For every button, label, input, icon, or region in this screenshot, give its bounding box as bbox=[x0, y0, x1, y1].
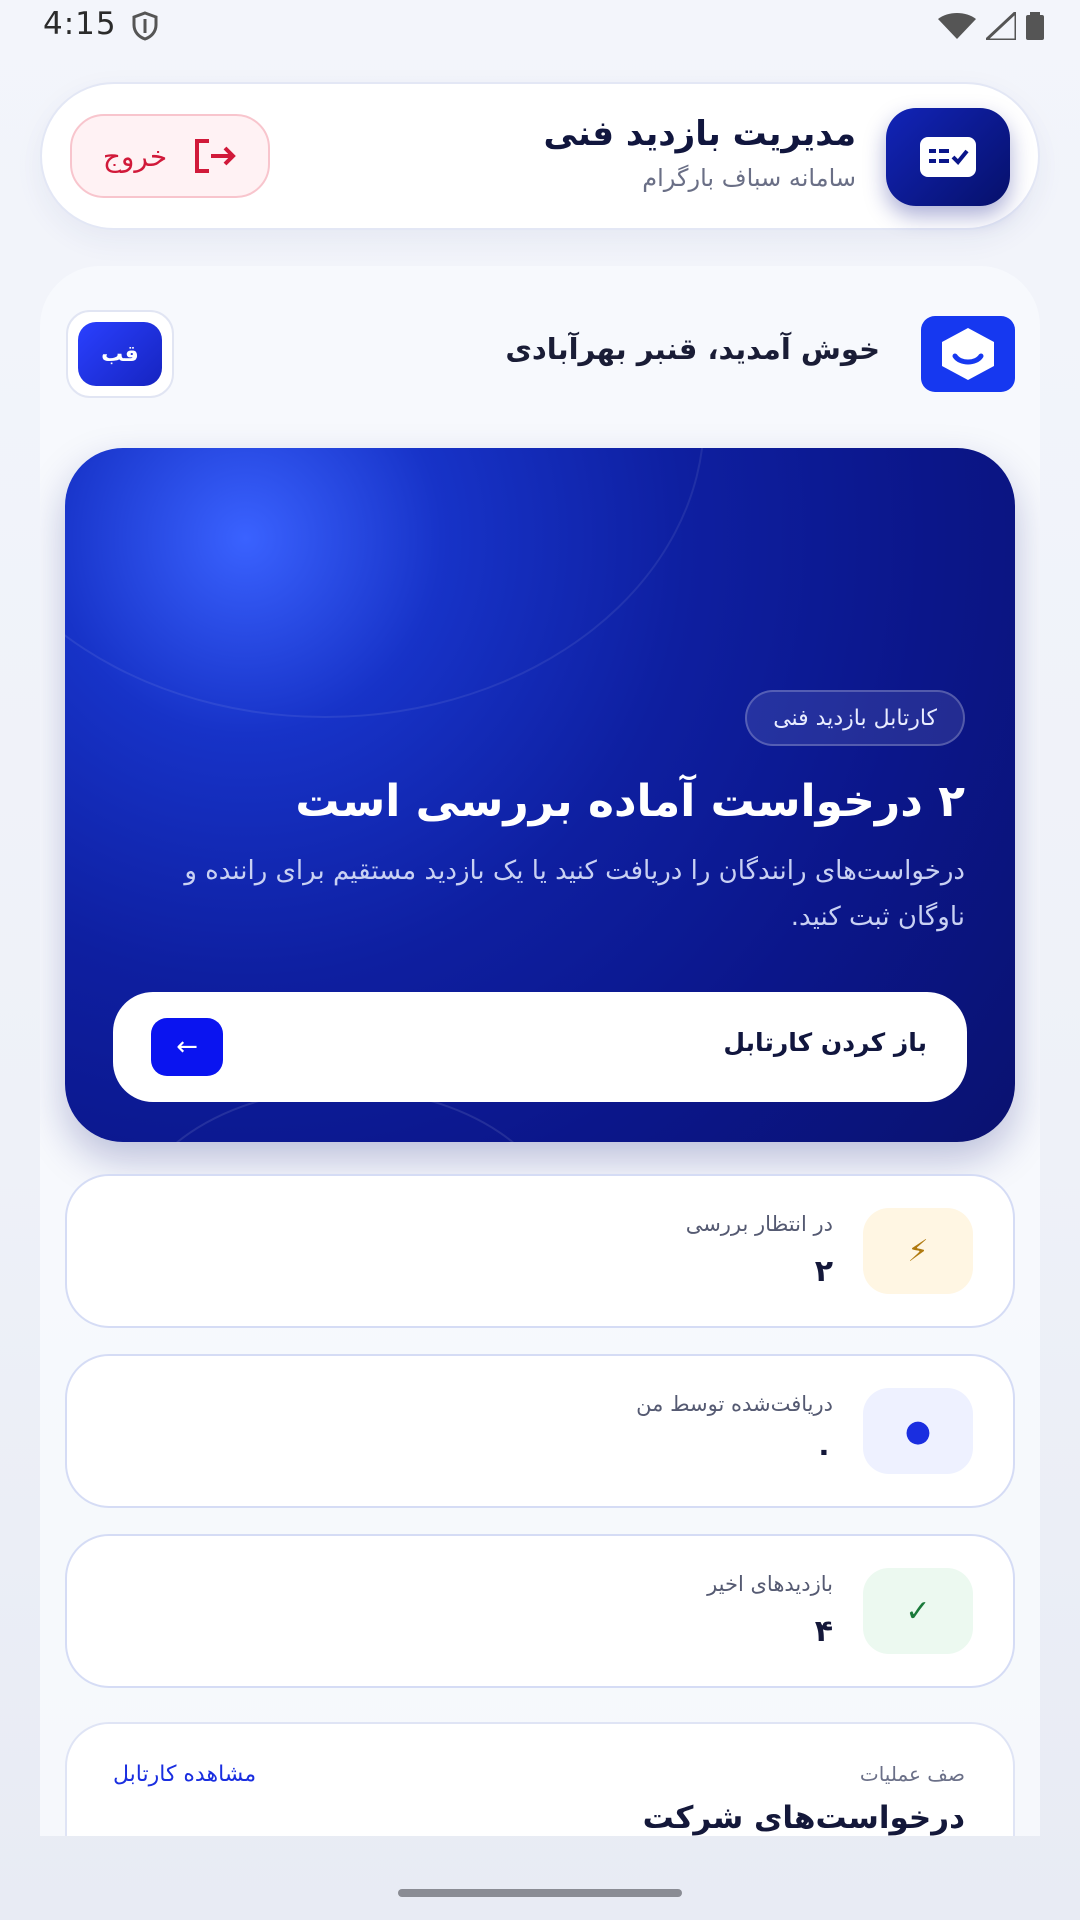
stat-card-pending[interactable]: ⚡ در انتظار بررسی ۲ bbox=[65, 1174, 1015, 1328]
hero-badge: کارتابل بازدید فنی bbox=[745, 690, 965, 746]
app-header: مدیریت بازدید فنی سامانه سباف بارگرام خر… bbox=[40, 82, 1040, 230]
stat-value: ۲ bbox=[814, 1254, 833, 1289]
stat-label: بازدیدهای اخیر bbox=[707, 1572, 833, 1596]
main-panel: خوش آمدید، قنبر بهرآبادی قب کارتابل بازد… bbox=[40, 266, 1040, 1836]
view-cartable-link[interactable]: مشاهده کارتابل bbox=[113, 1762, 256, 1787]
stat-value: ۴ bbox=[814, 1614, 833, 1649]
app-subtitle: سامانه سباف بارگرام bbox=[642, 164, 856, 192]
status-bar: 4:15 bbox=[0, 0, 1080, 52]
hero-description: درخواست‌های رانندگان را دریافت کنید یا ی… bbox=[184, 856, 965, 932]
dot-icon: ● bbox=[863, 1388, 973, 1474]
stat-label: دریافت‌شده توسط من bbox=[636, 1392, 833, 1416]
app-title: مدیریت بازدید فنی bbox=[543, 114, 856, 154]
stat-value: ۰ bbox=[814, 1434, 833, 1469]
signal-icon bbox=[986, 12, 1016, 40]
stat-label: در انتظار بررسی bbox=[685, 1212, 833, 1236]
logout-icon bbox=[195, 139, 237, 173]
hero-card: کارتابل بازدید فنی ۲ درخواست آماده بررسی… bbox=[65, 448, 1015, 1142]
open-cartable-label: باز کردن کارتابل bbox=[723, 1028, 927, 1057]
status-time: 4:15 bbox=[43, 6, 117, 42]
logout-label: خروج bbox=[102, 139, 168, 173]
user-avatar[interactable]: قب bbox=[66, 310, 174, 398]
shield-icon bbox=[132, 11, 158, 41]
queue-kicker: صف عملیات bbox=[859, 1762, 965, 1786]
check-icon: ✓ bbox=[863, 1568, 973, 1654]
queue-card: صف عملیات درخواست‌های شرکت مشاهده کارتاب… bbox=[65, 1722, 1015, 1836]
home-indicator[interactable] bbox=[398, 1889, 682, 1897]
wifi-icon bbox=[938, 13, 976, 39]
welcome-text: خوش آمدید، قنبر بهرآبادی bbox=[505, 332, 880, 366]
stat-card-received[interactable]: ● دریافت‌شده توسط من ۰ bbox=[65, 1354, 1015, 1508]
lightning-icon: ⚡ bbox=[863, 1208, 973, 1294]
logout-button[interactable]: خروج bbox=[70, 114, 270, 198]
smile-icon bbox=[921, 316, 1015, 392]
queue-title: درخواست‌های شرکت bbox=[642, 1800, 965, 1836]
app-logo-icon bbox=[886, 108, 1010, 206]
decor-ring bbox=[65, 448, 705, 718]
battery-icon bbox=[1026, 12, 1044, 40]
status-icons bbox=[938, 12, 1044, 40]
welcome-row: خوش آمدید، قنبر بهرآبادی قب bbox=[40, 266, 1040, 406]
arrow-left-icon: ← bbox=[151, 1018, 223, 1076]
avatar-initials: قب bbox=[78, 322, 162, 386]
stat-card-recent[interactable]: ✓ بازدیدهای اخیر ۴ bbox=[65, 1534, 1015, 1688]
open-cartable-button[interactable]: باز کردن کارتابل ← bbox=[113, 992, 967, 1102]
hero-title: ۲ درخواست آماده بررسی است bbox=[295, 776, 965, 827]
